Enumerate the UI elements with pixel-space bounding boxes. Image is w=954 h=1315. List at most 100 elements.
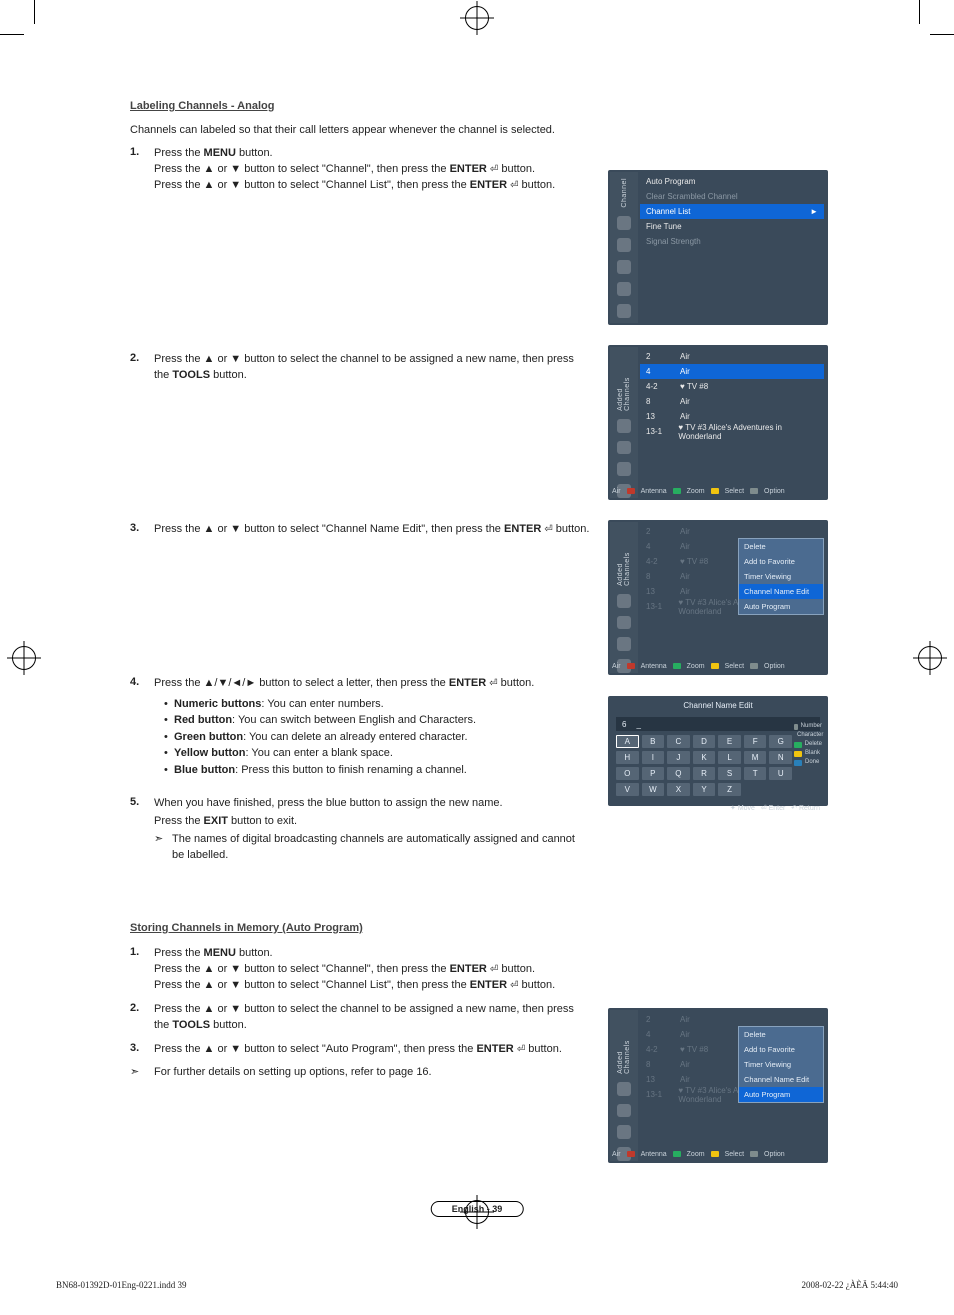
letter-key: Y bbox=[693, 783, 716, 796]
registration-mark-icon bbox=[12, 646, 36, 670]
channel-row: 13-1♥ TV #3 Alice's Adventures in Wonder… bbox=[640, 424, 824, 439]
menu-item: Signal Strength bbox=[640, 234, 824, 249]
section-title: Storing Channels in Memory (Auto Program… bbox=[130, 922, 850, 934]
app-icon bbox=[617, 304, 631, 318]
channel-row: 8Air bbox=[640, 394, 824, 409]
tv-screenshot-channel-menu: Channel Auto ProgramClear Scrambled Chan… bbox=[608, 170, 828, 325]
step-body: Press the ▲ or ▼ button to select "Auto … bbox=[154, 1042, 590, 1058]
letter-key: K bbox=[693, 751, 716, 764]
popup-item: Add to Favorite bbox=[739, 554, 823, 569]
letter-key: N bbox=[769, 751, 792, 764]
letter-key: M bbox=[744, 751, 767, 764]
letter-key: L bbox=[718, 751, 741, 764]
legend-item: Blank bbox=[794, 749, 822, 758]
step-body: Press the MENU button. Press the ▲ or ▼ … bbox=[154, 946, 590, 994]
letter-key: H bbox=[616, 751, 639, 764]
menu-item: Clear Scrambled Channel bbox=[640, 189, 824, 204]
step-number: 2. bbox=[130, 1002, 154, 1034]
doc-footer-right: 2008-02-22 ¿ÀÈÄ 5:44:40 bbox=[802, 1280, 899, 1290]
menu-item: Fine Tune bbox=[640, 219, 824, 234]
note-marker: ➣ bbox=[130, 1065, 154, 1081]
favorite-icon bbox=[617, 462, 631, 476]
cursor: _ bbox=[636, 720, 640, 729]
tv-screenshot-name-edit: Channel Name Edit 6 _ ABCDEFGHIJKLMNOPQR… bbox=[608, 696, 828, 806]
tv-screenshot-tools-cne: Added Channels 2Air4Air4-2♥ TV #88Air13A… bbox=[608, 520, 828, 675]
step-body: Press the ▲/▼/◄/► button to select a let… bbox=[154, 676, 590, 778]
letter-key: U bbox=[769, 767, 792, 780]
letter-key: R bbox=[693, 767, 716, 780]
legend-item: Number bbox=[794, 722, 822, 731]
note: For further details on setting up option… bbox=[154, 1065, 590, 1081]
channel-row: 4-2♥ TV #8 bbox=[640, 379, 824, 394]
doc-footer-left: BN68-01392D-01Eng-0221.indd 39 bbox=[56, 1280, 187, 1290]
letter-key: A bbox=[616, 735, 639, 748]
legend-item: Done bbox=[794, 758, 822, 767]
added-icon bbox=[617, 441, 631, 455]
letter-key: J bbox=[667, 751, 690, 764]
step-number: 3. bbox=[130, 522, 154, 538]
settings-icon bbox=[617, 260, 631, 274]
antenna-icon bbox=[617, 238, 631, 252]
step-body: Press the ▲ or ▼ button to select "Chann… bbox=[154, 522, 590, 538]
registration-mark-icon bbox=[918, 646, 942, 670]
gear-icon bbox=[617, 216, 631, 230]
step-body: When you have finished, press the blue b… bbox=[154, 796, 590, 864]
popup-item: Auto Program bbox=[739, 1087, 823, 1102]
channel-row: 4Air bbox=[640, 364, 824, 379]
sidebar-label: Added Channels bbox=[617, 528, 631, 586]
popup-item: Add to Favorite bbox=[739, 1042, 823, 1057]
letter-key: E bbox=[718, 735, 741, 748]
letter-key: C bbox=[667, 735, 690, 748]
popup-item: Timer Viewing bbox=[739, 1057, 823, 1072]
panel-title: Channel Name Edit bbox=[608, 696, 828, 715]
page-label: English - 39 bbox=[431, 1201, 524, 1217]
step-number: 1. bbox=[130, 946, 154, 994]
letter-key: P bbox=[642, 767, 665, 780]
legend-item: Character bbox=[794, 731, 822, 740]
letter-key: W bbox=[642, 783, 665, 796]
step-body: Press the MENU button. Press the ▲ or ▼ … bbox=[154, 146, 590, 194]
letter-key: D bbox=[693, 735, 716, 748]
tv-screenshot-channel-list: Added Channels 2Air4Air4-2♥ TV #88Air13A… bbox=[608, 345, 828, 500]
letter-key: G bbox=[769, 735, 792, 748]
letter-key: F bbox=[744, 735, 767, 748]
sidebar-label: Channel bbox=[621, 178, 628, 208]
step-number: 1. bbox=[130, 146, 154, 194]
legend-item: Delete bbox=[794, 740, 822, 749]
tools-popup: DeleteAdd to FavoriteTimer ViewingChanne… bbox=[738, 1026, 824, 1103]
input-icon bbox=[617, 282, 631, 296]
popup-item: Channel Name Edit bbox=[739, 584, 823, 599]
popup-item: Delete bbox=[739, 539, 823, 554]
note: The names of digital broadcasting channe… bbox=[154, 832, 590, 864]
letter-key: S bbox=[718, 767, 741, 780]
channel-number: 6 bbox=[622, 720, 626, 729]
sidebar-label: Added Channels bbox=[617, 1016, 631, 1074]
sidebar-label: Added Channels bbox=[617, 353, 631, 411]
popup-item: Timer Viewing bbox=[739, 569, 823, 584]
letter-key: V bbox=[616, 783, 639, 796]
popup-item: Delete bbox=[739, 1027, 823, 1042]
channel-row: 2Air bbox=[640, 349, 824, 364]
intro-text: Channels can labeled so that their call … bbox=[130, 124, 850, 136]
step-body: Press the ▲ or ▼ button to select the ch… bbox=[154, 352, 590, 384]
letter-key: Q bbox=[667, 767, 690, 780]
step-number: 4. bbox=[130, 676, 154, 778]
step-number: 5. bbox=[130, 796, 154, 864]
tv-screenshot-tools-autoprogram: Added Channels 2Air4Air4-2♥ TV #88Air13A… bbox=[608, 1008, 828, 1163]
letter-key: Z bbox=[718, 783, 741, 796]
tools-popup: DeleteAdd to FavoriteTimer ViewingChanne… bbox=[738, 538, 824, 615]
step-body: Press the ▲ or ▼ button to select the ch… bbox=[154, 1002, 590, 1034]
letter-key: X bbox=[667, 783, 690, 796]
channel-row: 2Air bbox=[640, 524, 824, 539]
letter-key: I bbox=[642, 751, 665, 764]
menu-item: Auto Program bbox=[640, 174, 824, 189]
popup-item: Auto Program bbox=[739, 599, 823, 614]
letter-key: T bbox=[744, 767, 767, 780]
letter-key: O bbox=[616, 767, 639, 780]
step-number: 3. bbox=[130, 1042, 154, 1058]
all-icon bbox=[617, 419, 631, 433]
step-number: 2. bbox=[130, 352, 154, 384]
menu-item: Channel List► bbox=[640, 204, 824, 219]
popup-item: Channel Name Edit bbox=[739, 1072, 823, 1087]
section-title: Labeling Channels - Analog bbox=[130, 100, 850, 112]
